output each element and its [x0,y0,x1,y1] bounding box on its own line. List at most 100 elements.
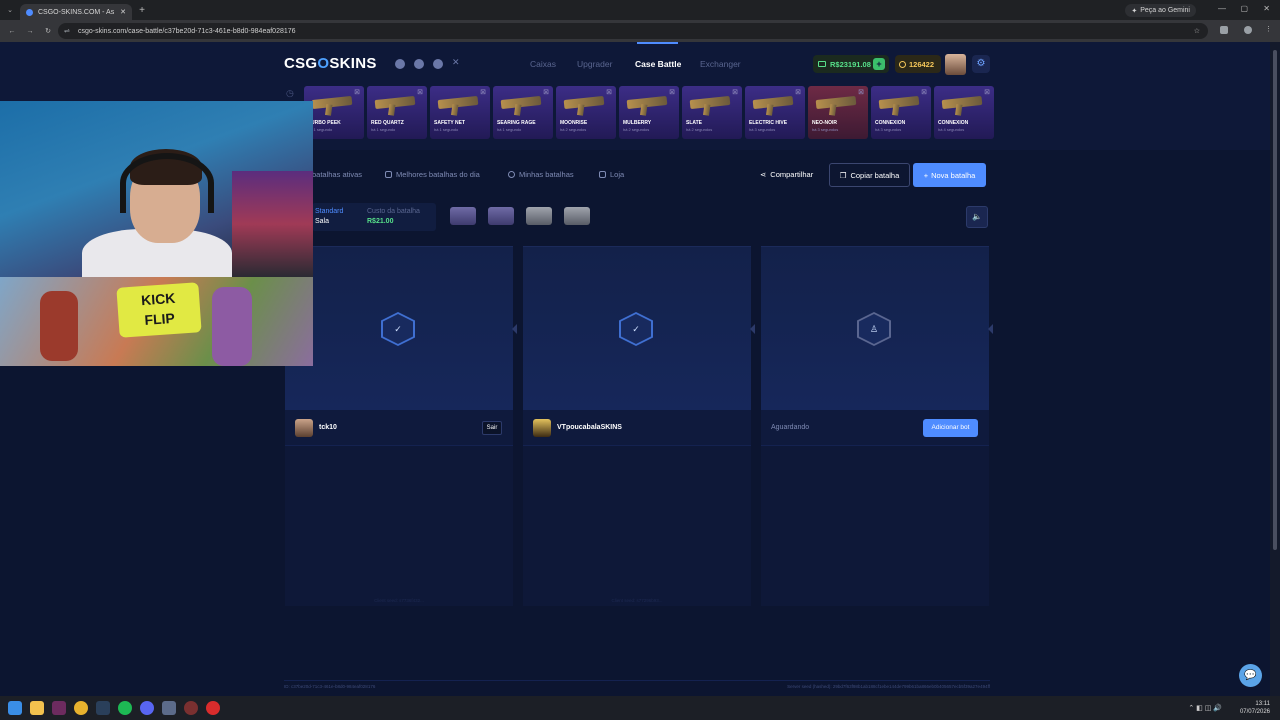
tab-active-battles[interactable]: batalhas ativas [312,170,362,179]
windows-start-icon[interactable] [8,701,22,715]
reload-icon[interactable]: ↻ [42,27,54,35]
tab-my-battles-label: Minhas batalhas [519,170,574,179]
drop-name: RED QUARTZ [371,120,404,126]
app-icon[interactable] [52,701,66,715]
bookmark-star-icon[interactable]: ☆ [1194,27,1200,35]
share-icon: ⋖ [760,170,767,179]
back-icon[interactable]: ← [6,28,18,35]
drop-card[interactable]: ⊠ SAFETY NET há 1 segundo [430,86,490,139]
drop-name: SLATE [686,120,703,126]
waiting-label: Aguardando [771,424,810,431]
cost-label: Custo da batalha [367,208,420,215]
case-thumbnail[interactable] [564,207,590,225]
new-battle-label: Nova batalha [931,170,976,180]
new-battle-button[interactable]: + Nova batalha [913,163,986,187]
history-clock-icon[interactable]: ◷ [286,88,294,99]
history-icon [508,171,515,178]
drop-card[interactable]: ⊠ MULBERRY há 2 segundos [619,86,679,139]
weapon-skin-image [878,95,920,110]
tab-my-battles[interactable]: Minhas batalhas [508,170,574,179]
discord-icon[interactable] [395,59,405,69]
discord-app-icon[interactable] [140,701,154,715]
drop-time: há 3 segundos [749,127,776,132]
site-info-icon[interactable]: ⇌ [64,27,70,35]
minimize-icon[interactable]: — [1218,4,1226,13]
nav-upgrader[interactable]: Upgrader [577,59,612,69]
app-icon[interactable] [184,701,198,715]
weapon-skin-image [311,95,353,110]
menu-icon[interactable]: ⋮ [1265,25,1272,33]
balance-badge[interactable]: R$23191.08 + [813,55,889,73]
webcam-overlay [0,101,313,277]
coins-value: 126422 [909,59,935,69]
facebook-icon[interactable] [414,59,424,69]
tab-active-battles-label: batalhas ativas [312,170,363,179]
case-thumbnail[interactable] [450,207,476,225]
drop-card[interactable]: ⊠ CONNEXION há 4 segundos [934,86,994,139]
drop-card[interactable]: ⊠ NEO-NOIR há 3 segundos [808,86,868,139]
case-icon: ⊠ [984,89,990,96]
chat-bubble-icon[interactable]: 💬 [1239,664,1262,687]
browser-tab[interactable]: CSGO-SKINS.COM - As melhore ✕ [20,4,132,20]
nav-caixas[interactable]: Caixas [530,59,556,69]
case-thumbnail[interactable] [526,207,552,225]
steam-icon[interactable] [96,701,110,715]
gemini-button[interactable]: ✦ Peça ao Gemini [1125,4,1196,17]
player-avatar [295,419,313,437]
server-seed: Server seed (hashed): 29bd7f63f98b1ab188… [787,684,990,689]
drop-card[interactable]: ⊠ SEARING RAGE há 1 segundo [493,86,553,139]
user-avatar[interactable] [945,54,966,75]
coins-badge[interactable]: 126422 [895,55,941,73]
maximize-icon[interactable]: ▢ [1240,4,1248,13]
new-tab-button[interactable]: + [132,5,152,16]
extensions-icon[interactable] [1220,26,1228,34]
url-text: csgo-skins.com/case-battle/c37be20d-71c3… [78,27,296,35]
case-icon: ⊠ [480,89,486,96]
spotify-icon[interactable] [118,701,132,715]
drop-card[interactable]: ⊠ SLATE há 2 segundos [682,86,742,139]
drop-card[interactable]: ⊠ CONNEXION há 3 segundos [871,86,931,139]
drop-name: SAFETY NET [434,120,466,126]
tab-list-chevron-icon[interactable]: ⌄ [0,6,20,14]
system-tray-icons[interactable]: ⌃ ◧ ◫ 🔊 [1188,704,1222,712]
file-explorer-icon[interactable] [30,701,44,715]
case-thumbnail[interactable] [488,207,514,225]
headphones-icon [120,153,214,213]
tab-close-icon[interactable]: ✕ [120,8,126,16]
tab-shop[interactable]: Loja [599,170,624,179]
mode-label: Standard [315,208,344,215]
clock-time: 13:11 [1255,701,1270,707]
copy-battle-button[interactable]: ❐ Copiar batalha [829,163,910,187]
profile-icon[interactable] [1244,26,1252,34]
app-icon[interactable] [206,701,220,715]
scrollbar-thumb[interactable] [1273,50,1277,550]
weapon-skin-image [500,95,542,110]
drop-card[interactable]: ⊠ ELECTRIC HIVE há 3 segundos [745,86,805,139]
sound-toggle-icon[interactable]: 🔈 [966,206,988,228]
add-bot-button[interactable]: Adicionar bot [923,419,978,437]
close-window-icon[interactable]: ✕ [1263,4,1270,13]
nav-case-battle[interactable]: Case Battle [635,59,681,69]
tab-best-battles[interactable]: Melhores batalhas do dia [385,170,480,179]
settings-gear-icon[interactable]: ⚙ [972,55,990,73]
nav-exchanger[interactable]: Exchanger [700,59,741,69]
instagram-icon[interactable] [433,59,443,69]
x-twitter-icon[interactable]: ✕ [452,57,462,67]
url-bar[interactable]: ⇌ csgo-skins.com/case-battle/c37be20d-71… [58,23,1208,39]
page-scrollbar[interactable] [1270,42,1280,696]
taskbar-clock[interactable]: 13:11 07/07/2026 [1240,700,1270,716]
deposit-plus-button[interactable]: + [873,58,885,70]
mode-value: Sala [315,218,330,225]
settings-app-icon[interactable] [162,701,176,715]
player-row: Aguardando Adicionar bot [761,410,989,446]
drop-card[interactable]: ⊠ RED QUARTZ há 1 segundo [367,86,427,139]
drop-card[interactable]: ⊠ MOONRISE há 2 segundos [556,86,616,139]
slot-arrow-icon [988,324,993,334]
forward-icon[interactable]: → [24,28,36,35]
site-logo[interactable]: CSGOSKINS [284,55,377,72]
drop-card[interactable]: ⊠ TURBO PEEK há 1 segundo [304,86,364,139]
share-button[interactable]: ⋖ Compartilhar [760,170,813,179]
drop-time: há 2 segundos [686,127,713,132]
leave-button[interactable]: Sair [482,421,502,435]
chrome-icon[interactable] [74,701,88,715]
